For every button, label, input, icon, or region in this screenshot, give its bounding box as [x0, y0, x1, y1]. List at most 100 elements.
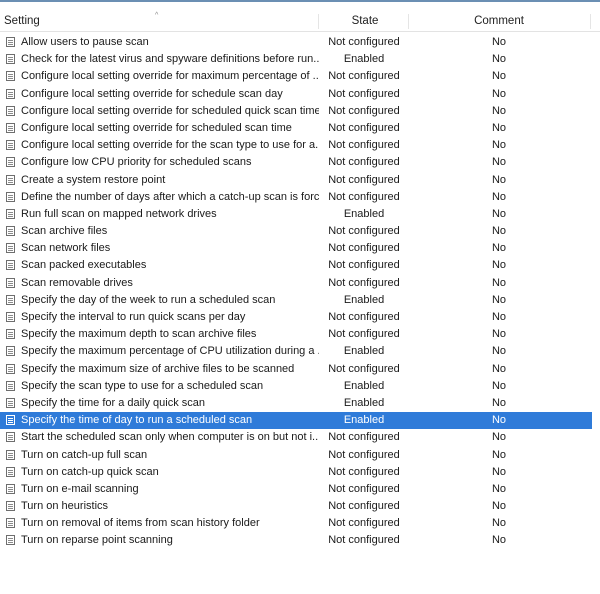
table-row[interactable]: Specify the interval to run quick scans …: [0, 309, 592, 326]
table-row[interactable]: Check for the latest virus and spyware d…: [0, 51, 592, 68]
policy-setting-icon: [6, 191, 15, 202]
table-row[interactable]: Specify the scan type to use for a sched…: [0, 378, 592, 395]
setting-state: Not configured: [328, 448, 400, 461]
setting-state: Enabled: [343, 396, 385, 409]
table-row[interactable]: Allow users to pause scan Not configured N…: [0, 34, 592, 51]
policy-setting-icon: [6, 346, 15, 357]
table-row[interactable]: Specify the time for a daily quick scan E…: [0, 395, 592, 412]
setting-comment: No: [491, 448, 507, 461]
policy-setting-icon: [6, 535, 15, 546]
table-row[interactable]: Run full scan on mapped network drives En…: [0, 206, 592, 223]
column-header-setting[interactable]: Setting: [4, 11, 40, 31]
setting-name: Specify the day of the week to run a sch…: [21, 293, 276, 306]
setting-comment: No: [491, 225, 507, 238]
policy-setting-icon: [6, 294, 15, 305]
setting-name: Specify the interval to run quick scans …: [21, 311, 246, 323]
setting-comment: No: [491, 259, 507, 272]
setting-name: Define the number of days after which a …: [21, 190, 319, 203]
policy-setting-icon: [6, 243, 15, 254]
table-row[interactable]: Scan network files Not configured No: [0, 240, 592, 257]
setting-name: Scan network files: [21, 242, 111, 255]
setting-name: Turn on heuristics: [21, 500, 109, 513]
table-row[interactable]: Turn on catch-up full scan Not configured…: [0, 447, 592, 464]
table-row[interactable]: Configure local setting override for the…: [0, 137, 592, 154]
setting-state: Not configured: [328, 328, 400, 341]
table-row[interactable]: Turn on catch-up quick scan Not configure…: [0, 464, 592, 481]
policy-setting-icon: [6, 88, 15, 99]
setting-name: Allow users to pause scan: [21, 36, 149, 48]
window-top-border: [0, 0, 600, 2]
setting-comment: No: [491, 414, 507, 427]
table-row[interactable]: Start the scheduled scan only when compu…: [0, 429, 592, 446]
table-row[interactable]: Scan packed executables Not configured No: [0, 257, 592, 274]
setting-comment: No: [491, 121, 507, 134]
setting-name: Turn on catch-up full scan: [21, 448, 148, 461]
column-header-comment[interactable]: Comment: [408, 11, 590, 31]
policy-setting-icon: [6, 329, 15, 340]
table-row[interactable]: Configure low CPU priority for scheduled…: [0, 154, 592, 171]
table-row[interactable]: Specify the maximum size of archive file…: [0, 361, 592, 378]
setting-comment: No: [491, 276, 507, 289]
table-row[interactable]: Create a system restore point Not configu…: [0, 172, 592, 189]
setting-state: Not configured: [328, 276, 400, 289]
table-row[interactable]: Scan archive files Not configured No: [0, 223, 592, 240]
table-row[interactable]: Turn on removal of items from scan histo…: [0, 515, 592, 532]
table-row[interactable]: Turn on reparse point scanning Not config…: [0, 532, 592, 549]
setting-state: Not configured: [328, 190, 400, 203]
sort-ascending-icon[interactable]: ^: [155, 12, 158, 20]
setting-state: Not configured: [328, 311, 400, 323]
setting-name: Specify the time of day to run a schedul…: [21, 414, 253, 427]
setting-state: Enabled: [343, 293, 385, 306]
setting-comment: No: [491, 482, 507, 495]
policy-setting-icon: [6, 157, 15, 168]
table-row[interactable]: Specify the maximum depth to scan archiv…: [0, 326, 592, 343]
table-row[interactable]: Configure local setting override for max…: [0, 68, 592, 85]
column-divider[interactable]: [318, 14, 319, 29]
setting-name: Create a system restore point: [21, 173, 166, 186]
policy-setting-icon: [6, 140, 15, 151]
setting-name: Turn on e-mail scanning: [21, 482, 139, 495]
table-row[interactable]: Configure local setting override for sch…: [0, 86, 592, 103]
column-header-state[interactable]: State: [320, 11, 410, 31]
setting-comment: No: [491, 139, 507, 152]
setting-comment: No: [491, 328, 507, 341]
policy-setting-icon: [6, 380, 15, 391]
setting-state: Enabled: [343, 345, 385, 358]
setting-name: Configure local setting override for max…: [21, 70, 319, 83]
setting-state: Not configured: [328, 362, 400, 375]
setting-comment: No: [491, 242, 507, 255]
setting-state: Not configured: [328, 139, 400, 152]
policy-setting-icon: [6, 397, 15, 408]
table-row[interactable]: Define the number of days after which a …: [0, 189, 592, 206]
table-row[interactable]: Scan removable drives Not configured No: [0, 275, 592, 292]
policy-setting-icon: [6, 483, 15, 494]
setting-state: Enabled: [343, 379, 385, 392]
table-row[interactable]: Turn on heuristics Not configured No: [0, 498, 592, 515]
setting-state: Not configured: [328, 121, 400, 134]
setting-comment: No: [491, 207, 507, 220]
setting-name: Run full scan on mapped network drives: [21, 207, 217, 220]
table-row[interactable]: Turn on e-mail scanning Not configured No: [0, 481, 592, 498]
policy-setting-icon: [6, 312, 15, 322]
setting-state: Enabled: [343, 53, 385, 66]
setting-comment: No: [491, 500, 507, 513]
setting-name: Turn on catch-up quick scan: [21, 465, 159, 478]
table-row[interactable]: Configure local setting override for sch…: [0, 103, 592, 120]
table-row[interactable]: Configure local setting override for sch…: [0, 120, 592, 137]
policy-setting-icon: [6, 518, 15, 529]
setting-name: Start the scheduled scan only when compu…: [21, 431, 319, 444]
table-row[interactable]: Specify the day of the week to run a sch…: [0, 292, 592, 309]
setting-comment: No: [491, 190, 507, 203]
table-row[interactable]: Specify the maximum percentage of CPU ut…: [0, 343, 592, 360]
policy-setting-icon: [6, 415, 15, 426]
column-divider[interactable]: [590, 14, 591, 29]
setting-comment: No: [491, 379, 507, 392]
setting-state: Not configured: [328, 173, 400, 186]
setting-state: Not configured: [328, 259, 400, 272]
setting-comment: No: [491, 431, 507, 444]
setting-name: Configure local setting override for the…: [21, 139, 319, 152]
setting-name: Specify the maximum depth to scan archiv…: [21, 328, 257, 341]
table-row[interactable]: Specify the time of day to run a schedul…: [0, 412, 592, 430]
policy-setting-icon: [6, 226, 15, 237]
setting-comment: No: [491, 104, 507, 117]
